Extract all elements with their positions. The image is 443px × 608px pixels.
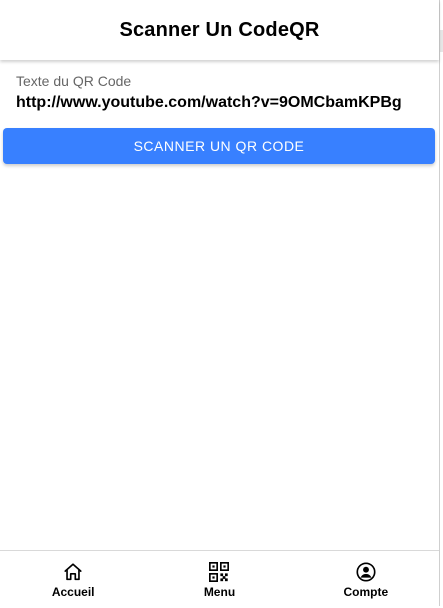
tab-compte-label: Compte (343, 585, 389, 599)
scan-qr-button-label: SCANNER UN QR CODE (133, 138, 305, 154)
tab-menu[interactable]: Menu (146, 551, 292, 606)
app-window: Scanner Un CodeQR Texte du QR Code http:… (0, 0, 443, 608)
scan-qr-button[interactable]: SCANNER UN QR CODE (3, 128, 435, 164)
tab-menu-label: Menu (203, 585, 236, 599)
qr-text-label: Texte du QR Code (16, 73, 132, 89)
tab-accueil[interactable]: Accueil (0, 551, 146, 606)
header-toolbar: Scanner Un CodeQR (0, 0, 439, 60)
qr-code-icon (209, 562, 230, 582)
tab-accueil-label: Accueil (51, 585, 95, 599)
home-icon (64, 563, 82, 581)
app-frame (0, 0, 440, 606)
person-circle-icon (356, 562, 376, 582)
tab-compte[interactable]: Compte (293, 551, 439, 606)
qr-text-value: http://www.youtube.com/watch?v=9OMCbamKP… (16, 94, 402, 111)
tab-bar: Accueil Menu Compte (0, 550, 439, 606)
page-title: Scanner Un CodeQR (119, 18, 320, 41)
